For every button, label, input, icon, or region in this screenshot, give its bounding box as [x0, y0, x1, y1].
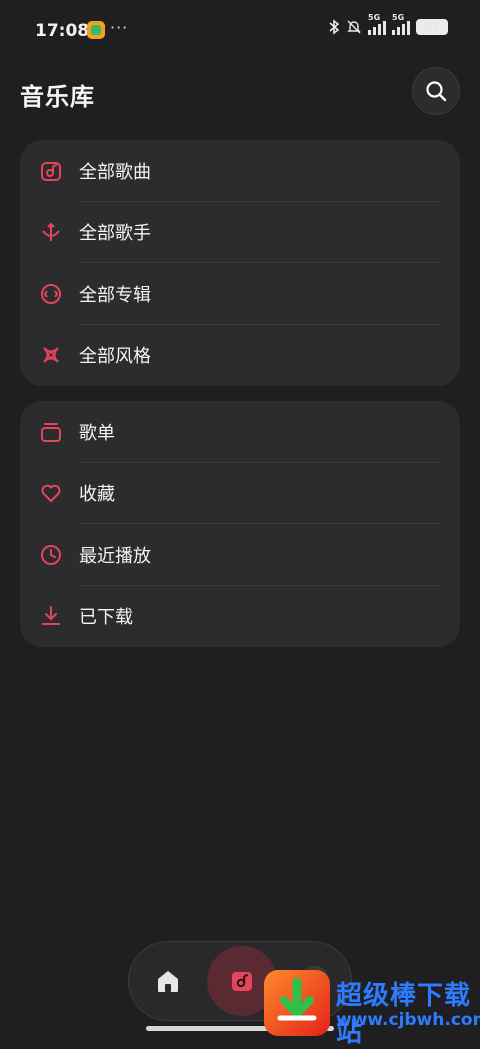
playlists-item[interactable]: 歌单: [20, 401, 460, 463]
playlist-icon: [41, 422, 61, 442]
watermark-logo: [264, 970, 330, 1036]
download-icon: [42, 606, 60, 626]
downloaded-label: 已下载: [79, 607, 133, 629]
genre-icon: [43, 347, 59, 363]
all-artists-label: 全部歌手: [79, 223, 151, 245]
recently-played-label: 最近播放: [79, 545, 151, 567]
heart-icon: [41, 485, 61, 503]
battery-indicator: 81: [416, 19, 448, 35]
my-collection-card: 歌单 收藏 最近播放 已下载: [20, 401, 460, 647]
watermark-url: www.cjbwh.com: [336, 1010, 480, 1030]
song-icon: [41, 161, 61, 181]
search-icon: [426, 81, 447, 102]
library-sections-card: 全部歌曲 全部歌手 全部专辑 全部风格: [20, 140, 460, 386]
signal-strength-2-icon: 5G: [392, 13, 410, 35]
artist-icon: [42, 222, 60, 242]
album-icon: [41, 283, 61, 304]
all-albums-label: 全部专辑: [79, 284, 151, 306]
app-notification-icon: [87, 21, 105, 39]
recently-played-item[interactable]: 最近播放: [20, 524, 460, 586]
mute-bell-icon: [347, 20, 361, 34]
signal-strength-1-icon: 5G: [368, 13, 386, 35]
downloaded-item[interactable]: 已下载: [20, 586, 460, 648]
all-genres-item[interactable]: 全部风格: [20, 325, 460, 387]
page-title: 音乐库: [20, 83, 95, 111]
clock-icon: [41, 544, 61, 565]
download-arrow-icon: [277, 977, 317, 1021]
search-button[interactable]: [412, 67, 460, 115]
all-artists-item[interactable]: 全部歌手: [20, 202, 460, 263]
status-time: 17:08: [35, 21, 90, 41]
all-songs-label: 全部歌曲: [79, 161, 151, 183]
favorites-label: 收藏: [79, 484, 115, 506]
more-notifications-indicator: ···: [110, 18, 129, 37]
home-icon[interactable]: [151, 964, 185, 998]
playlists-label: 歌单: [79, 422, 115, 444]
all-albums-item[interactable]: 全部专辑: [20, 263, 460, 325]
music-library-icon: [232, 972, 252, 991]
all-genres-label: 全部风格: [79, 346, 151, 368]
bluetooth-icon: [329, 19, 340, 35]
favorites-item[interactable]: 收藏: [20, 463, 460, 524]
all-songs-item[interactable]: 全部歌曲: [20, 140, 460, 202]
status-icons: 5G 5G 81: [328, 13, 448, 35]
status-bar: 17:08 ··· 5G 5G 81: [0, 0, 480, 60]
